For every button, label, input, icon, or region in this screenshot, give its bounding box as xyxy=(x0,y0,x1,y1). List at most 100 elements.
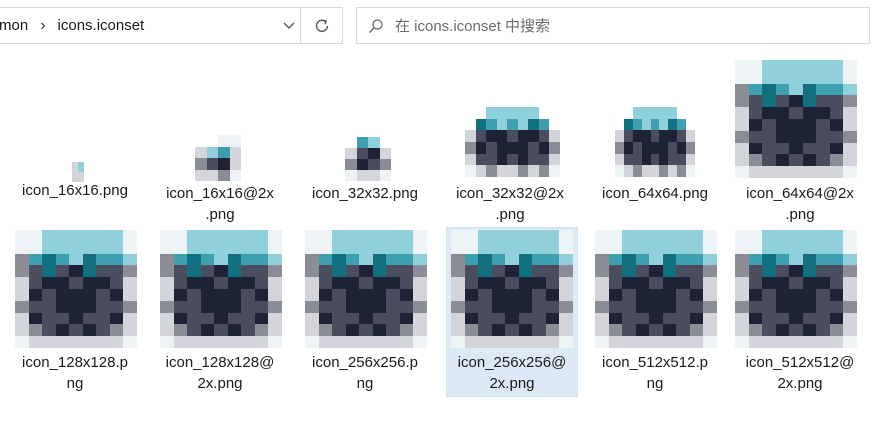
thumbnail-pixel xyxy=(491,324,506,337)
file-item[interactable]: icon_64x64.png xyxy=(590,102,720,230)
file-item[interactable]: icon_16x16@2x .png xyxy=(155,130,285,230)
file-item[interactable]: icon_32x32@2x .png xyxy=(445,102,575,230)
thumbnail-pixel xyxy=(843,230,857,242)
thumbnail-pixel xyxy=(829,119,844,131)
thumbnail-pixel xyxy=(789,95,803,108)
thumbnail-pixel xyxy=(843,312,857,325)
thumbnail-pixel xyxy=(789,324,803,337)
thumbnail-pixel xyxy=(109,253,124,266)
thumbnail-pixel xyxy=(748,265,763,278)
thumbnail-pixel xyxy=(829,166,844,178)
thumbnail-pixel xyxy=(173,289,188,301)
image-thumbnail xyxy=(735,230,857,348)
thumbnail-pixel xyxy=(775,154,790,167)
thumbnail-pixel xyxy=(622,265,636,278)
thumbnail-pixel xyxy=(735,71,749,84)
thumbnail-pixel xyxy=(465,142,476,154)
thumbnail-pixel xyxy=(218,146,230,158)
file-item[interactable]: icon_128x128@ 2x.png xyxy=(155,228,285,396)
thumbnail-pixel xyxy=(549,165,560,177)
file-item[interactable]: icon_64x64@2x .png xyxy=(735,58,865,230)
thumbnail-pixel xyxy=(55,300,70,313)
thumbnail-pixel xyxy=(491,336,506,348)
thumbnail-pixel xyxy=(802,336,817,348)
thumbnail-pixel xyxy=(173,324,188,337)
thumbnail-pixel xyxy=(641,107,651,119)
thumbnail-pixel xyxy=(69,253,83,266)
thumbnail-pixel xyxy=(789,166,803,178)
thumbnail-pixel xyxy=(789,107,803,119)
thumbnail-pixel xyxy=(762,324,776,337)
thumbnail-pixel xyxy=(332,277,346,289)
thumbnail-pixel xyxy=(802,107,817,119)
file-item-selected[interactable]: icon_256x256@ 2x.png xyxy=(446,227,578,397)
thumbnail-pixel xyxy=(399,300,414,313)
thumbnail-pixel xyxy=(96,277,110,289)
thumbnail-pixel xyxy=(549,130,560,142)
file-item[interactable]: icon_128x128.p ng xyxy=(10,228,140,396)
thumbnail-pixel xyxy=(15,265,29,278)
thumbnail-pixel xyxy=(528,153,539,166)
thumbnail-pixel xyxy=(829,324,844,337)
thumbnail-pixel xyxy=(345,300,360,313)
thumbnail-pixel xyxy=(802,265,817,278)
thumbnail-pixel xyxy=(676,265,690,278)
thumbnail-pixel xyxy=(816,277,830,289)
thumbnail-pixel xyxy=(55,265,70,278)
thumbnail-pixel xyxy=(241,265,255,278)
thumbnail-pixel xyxy=(318,324,333,337)
thumbnail-pixel xyxy=(816,324,830,337)
thumbnail-pixel xyxy=(42,312,56,325)
thumbnail-pixel xyxy=(173,230,188,242)
thumbnail-pixel xyxy=(413,253,427,266)
file-item[interactable]: icon_256x256.p ng xyxy=(300,228,430,396)
thumbnail-pixel xyxy=(595,324,609,337)
thumbnail-pixel xyxy=(109,300,124,313)
thumbnail-pixel xyxy=(227,265,242,278)
thumbnail-pixel xyxy=(42,230,56,242)
thumbnail-pixel xyxy=(843,154,857,167)
file-item[interactable]: icon_16x16.png xyxy=(10,150,140,230)
thumbnail-pixel xyxy=(227,277,242,289)
thumbnail-pixel xyxy=(478,312,492,325)
thumbnail-pixel xyxy=(843,324,857,337)
thumbnail-pixel xyxy=(668,107,678,119)
thumbnail-pixel xyxy=(802,83,817,96)
thumbnail-pixel xyxy=(332,253,346,266)
thumbnail-pixel xyxy=(735,142,749,155)
thumbnail-pixel xyxy=(241,253,255,266)
thumbnail-pixel xyxy=(635,277,650,289)
file-item[interactable]: icon_512x512.p ng xyxy=(590,228,720,396)
file-item[interactable]: icon_512x512@ 2x.png xyxy=(735,228,865,396)
thumbnail-pixel xyxy=(676,289,690,301)
thumbnail-pixel xyxy=(379,170,391,181)
thumbnail-pixel xyxy=(816,130,830,143)
thumbnail-pixel xyxy=(703,336,717,348)
thumbnail-pixel xyxy=(507,107,518,119)
thumbnail-pixel xyxy=(559,300,573,313)
thumbnail-pixel xyxy=(173,277,188,289)
thumbnail-pixel xyxy=(413,324,427,337)
thumbnail-pixel xyxy=(748,289,763,301)
thumbnail-pixel xyxy=(677,153,687,166)
thumbnail-pixel xyxy=(659,165,669,177)
thumbnail-pixel xyxy=(123,253,137,266)
thumbnail-pixel xyxy=(96,265,110,278)
thumbnail-pixel xyxy=(559,324,573,337)
thumbnail-pixel xyxy=(748,107,763,119)
image-thumbnail xyxy=(60,152,90,182)
thumbnail-pixel xyxy=(42,253,56,266)
thumbnail-pixel xyxy=(160,265,174,278)
thumbnail-pixel xyxy=(195,158,207,170)
thumbnail-pixel xyxy=(372,277,387,289)
thumbnail-pixel xyxy=(478,265,492,278)
thumbnail-pixel xyxy=(622,289,636,301)
thumbnail-pixel xyxy=(608,230,623,242)
thumbnail-pixel xyxy=(545,277,560,289)
thumbnail-pixel xyxy=(748,83,763,96)
thumbnail-pixel xyxy=(28,289,43,301)
file-item[interactable]: icon_32x32.png xyxy=(300,130,430,230)
thumbnail-pixel xyxy=(689,241,704,254)
thumbnail-pixel xyxy=(496,130,508,142)
thumbnail-pixel xyxy=(42,336,56,348)
